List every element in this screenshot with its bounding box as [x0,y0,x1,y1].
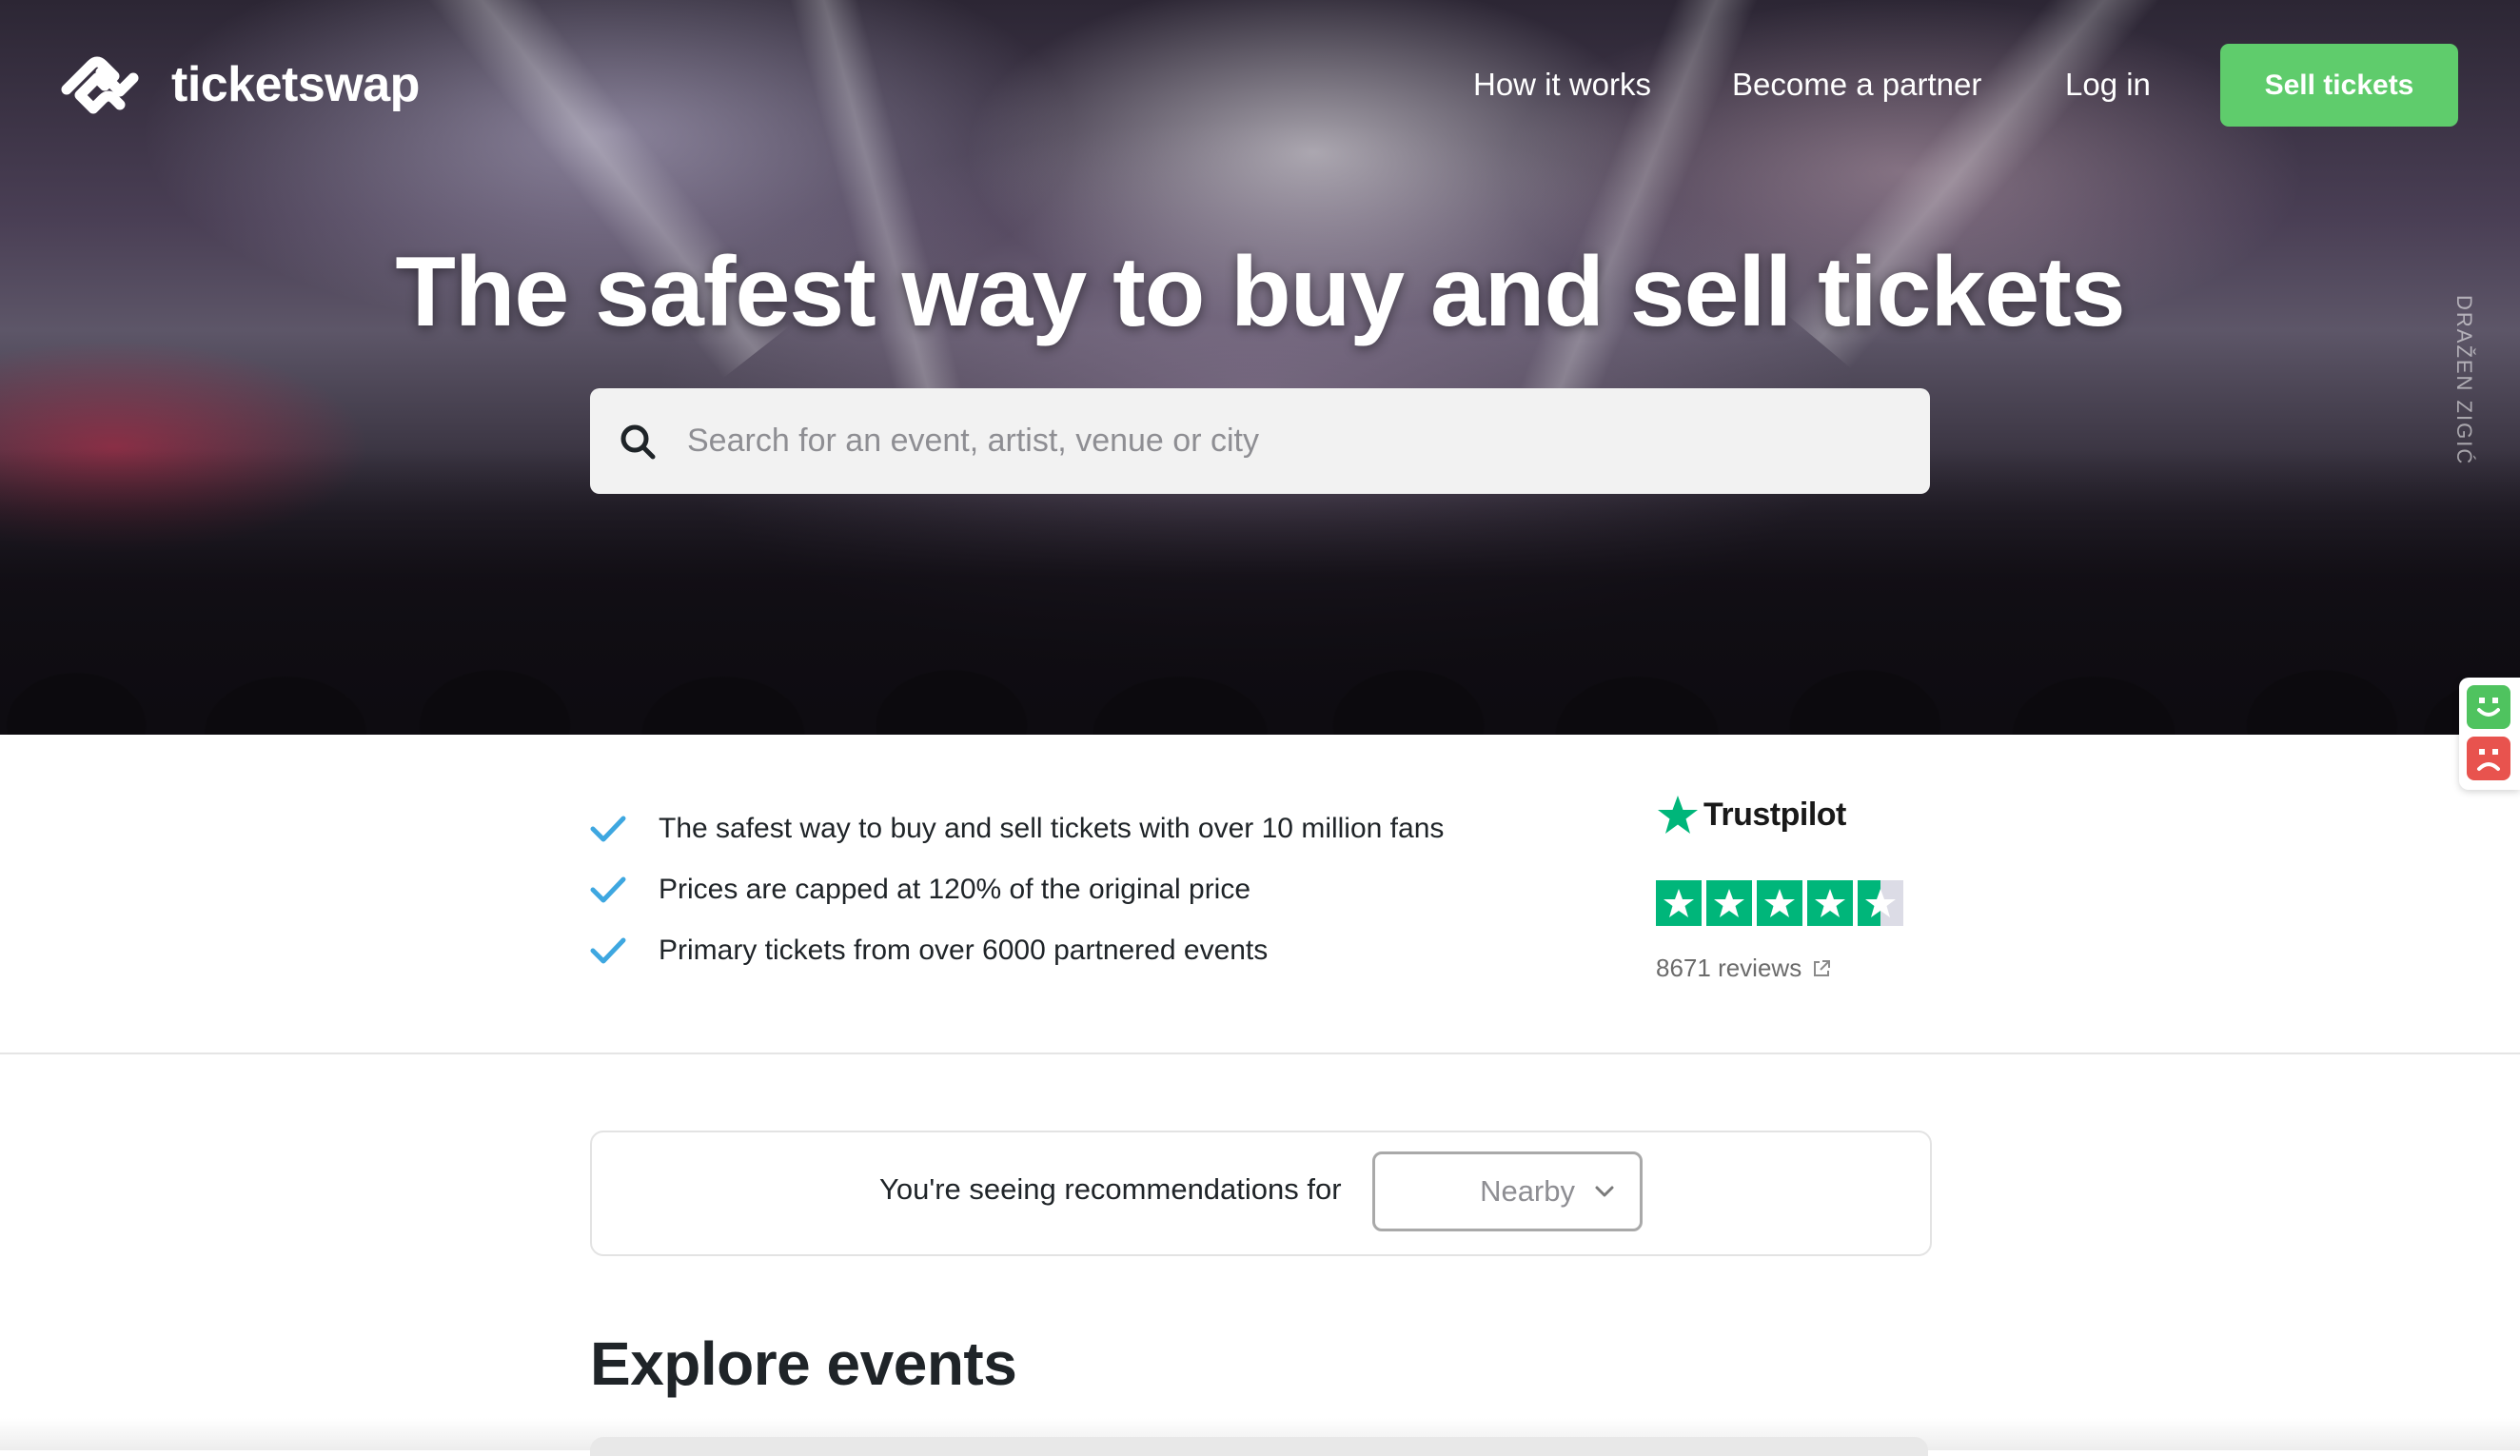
nav-log-in[interactable]: Log in [2065,44,2151,126]
recommendations-label: You're seeing recommendations for [879,1172,1342,1206]
trustpilot-logo: Trustpilot [1656,794,1846,836]
search-icon [620,424,656,459]
trustpilot-widget[interactable]: Trustpilot 8671 reviews [1656,794,1903,982]
nav-how-it-works[interactable]: How it works [1473,44,1651,126]
chevron-down-icon [1595,1186,1614,1197]
nav-become-partner[interactable]: Become a partner [1732,44,1981,126]
hero-title: The safest way to buy and sell tickets [395,237,2125,347]
rating-star-icon [1807,880,1853,926]
check-icon [590,937,626,964]
trustpilot-name: Trustpilot [1703,796,1846,833]
trustpilot-rating [1656,880,1908,926]
happy-feedback-button[interactable] [2467,685,2510,729]
event-card-peek[interactable] [590,1437,1928,1456]
explore-events-heading: Explore events [590,1329,1017,1398]
reviews-count: 8671 reviews [1656,954,1802,982]
trustpilot-star-icon [1658,796,1698,834]
sell-tickets-button[interactable]: Sell tickets [2220,44,2458,127]
rating-star-icon [1757,880,1802,926]
sad-feedback-button[interactable] [2467,737,2510,780]
brand-name: ticketswap [171,57,420,112]
location-dropdown[interactable]: Nearby [1372,1151,1643,1231]
hero-banner: ticketswap How it works Become a partner… [0,0,2520,735]
rating-star-icon [1706,880,1752,926]
sad-face-icon [2477,749,2500,771]
photo-credit: DRAŽEN ZIGIĆ [2452,295,2476,466]
recommendations-bar: You're seeing recommendations for Nearby [590,1131,1932,1256]
feature-item: The safest way to buy and sell tickets w… [590,813,1444,845]
section-divider [0,1053,2520,1054]
search-bar[interactable] [590,388,1930,494]
ticketswap-logo[interactable]: ticketswap [59,51,420,118]
light-beam [781,0,975,449]
location-selected-value: Nearby [1480,1174,1575,1208]
rating-star-icon [1656,880,1702,926]
ticketswap-logo-icon [61,56,139,114]
check-icon [590,816,626,842]
external-link-icon [1814,959,1831,976]
feature-text: The safest way to buy and sell tickets w… [659,813,1445,844]
feature-text: Prices are capped at 120% of the origina… [659,874,1251,905]
feature-item: Primary tickets from over 6000 partnered… [590,935,1268,967]
trustpilot-reviews-link[interactable]: 8671 reviews [1656,954,1832,983]
feature-text: Primary tickets from over 6000 partnered… [659,935,1269,966]
feedback-widget [2459,678,2520,790]
search-input[interactable] [685,422,1879,461]
feature-item: Prices are capped at 120% of the origina… [590,874,1250,906]
check-icon [590,876,626,903]
happy-face-icon [2477,698,2500,717]
rating-half-star-icon [1858,880,1903,926]
